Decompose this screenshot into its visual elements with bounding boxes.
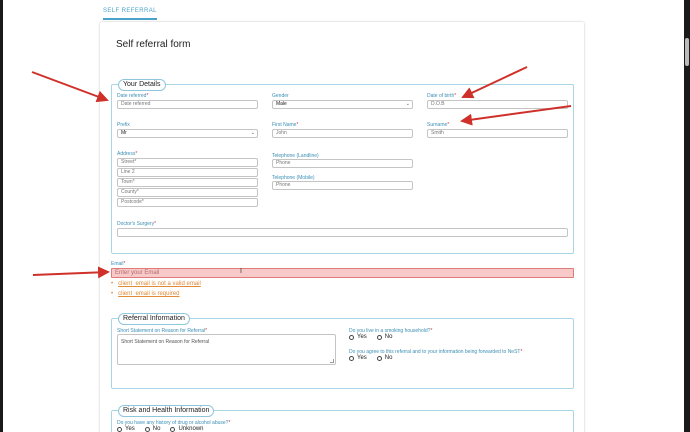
tab-self-referral[interactable]: SELF REFERRAL <box>103 8 157 20</box>
doctors-surgery-input[interactable] <box>117 228 568 237</box>
chevron-down-icon: ⌄ <box>405 101 410 107</box>
top-bar: SELF REFERRAL <box>3 0 684 22</box>
form-title: Self referral form <box>116 39 191 50</box>
radio-circle-icon <box>117 426 122 432</box>
first-name-input[interactable]: John <box>272 129 413 138</box>
prefix-select[interactable]: Mr ⌄ <box>117 129 258 138</box>
chevron-down-icon: ⌄ <box>250 130 255 136</box>
radio-circle-icon <box>349 334 354 340</box>
telephone-mobile-input[interactable]: Phone <box>272 181 413 190</box>
annotation-arrow-date-referred <box>31 71 109 103</box>
email-error-invalid: • client_email is not a valid email <box>111 281 201 287</box>
form-card: Self referral form Your Details Date ref… <box>100 22 584 432</box>
radio-circle-icon <box>376 334 382 340</box>
resize-grip-icon[interactable] <box>330 359 334 363</box>
doctors-surgery-label: Doctor's Surgery* <box>117 221 157 227</box>
your-details-legend: Your Details <box>118 79 166 91</box>
radio-circle-icon <box>144 426 150 432</box>
town-input[interactable]: Town* <box>117 178 258 187</box>
your-details-section: Your Details Date referred* Date referre… <box>111 79 574 254</box>
email-input[interactable]: Enter your Email <box>111 268 574 278</box>
drug-alcohol-no-radio[interactable]: No <box>144 426 160 432</box>
smoking-no-radio[interactable]: No <box>376 334 392 340</box>
drug-alcohol-yes-radio[interactable]: Yes <box>117 426 135 432</box>
postcode-input[interactable]: Postcode* <box>117 198 258 207</box>
email-error-required: • client_email is required <box>111 291 180 297</box>
radio-circle-icon <box>170 426 176 432</box>
text-cursor-icon: I <box>240 268 242 275</box>
smoking-household-radios: Yes No <box>349 334 392 340</box>
prefix-label: Prefix <box>117 122 130 128</box>
referral-information-legend: Referral Information <box>118 313 190 325</box>
surname-label: Surname* <box>427 122 450 128</box>
window-frame-right <box>684 0 690 432</box>
radio-circle-icon <box>376 355 382 361</box>
radio-circle-icon <box>349 355 354 361</box>
gender-label: Gender <box>272 93 289 99</box>
date-referred-label: Date referred* <box>117 93 149 99</box>
agree-referral-radios: Yes No <box>349 355 392 361</box>
gender-select[interactable]: Male ⌄ <box>272 100 413 109</box>
drug-alcohol-radios: Yes No Unknown <box>117 426 203 432</box>
county-input[interactable]: County* <box>117 188 258 197</box>
agree-yes-radio[interactable]: Yes <box>349 355 367 361</box>
date-of-birth-label: Date of birth* <box>427 93 457 99</box>
annotation-arrow-email <box>32 266 110 279</box>
email-label: Email* <box>111 261 126 267</box>
risk-health-section: Risk and Health Information Do you have … <box>111 405 574 432</box>
drug-alcohol-unknown-radio[interactable]: Unknown <box>170 426 203 432</box>
window-frame-left <box>0 0 3 432</box>
line2-input[interactable]: Line 2 <box>117 168 258 177</box>
first-name-label: First Name* <box>272 122 299 128</box>
telephone-landline-input[interactable]: Phone <box>272 159 413 168</box>
short-statement-textarea[interactable]: Short Statement on Reason for Referral <box>117 334 336 365</box>
referral-information-section: Referral Information Short Statement on … <box>111 313 574 389</box>
risk-health-legend: Risk and Health Information <box>118 405 215 417</box>
smoking-yes-radio[interactable]: Yes <box>349 334 367 340</box>
address-label: Address* <box>117 151 138 157</box>
date-of-birth-input[interactable]: D.O.B <box>427 100 568 109</box>
date-referred-input[interactable]: Date referred <box>117 100 258 109</box>
street-input[interactable]: Street* <box>117 158 258 167</box>
agree-no-radio[interactable]: No <box>376 355 392 361</box>
surname-input[interactable]: Smith <box>427 129 568 138</box>
scrollbar-thumb[interactable] <box>685 38 689 66</box>
